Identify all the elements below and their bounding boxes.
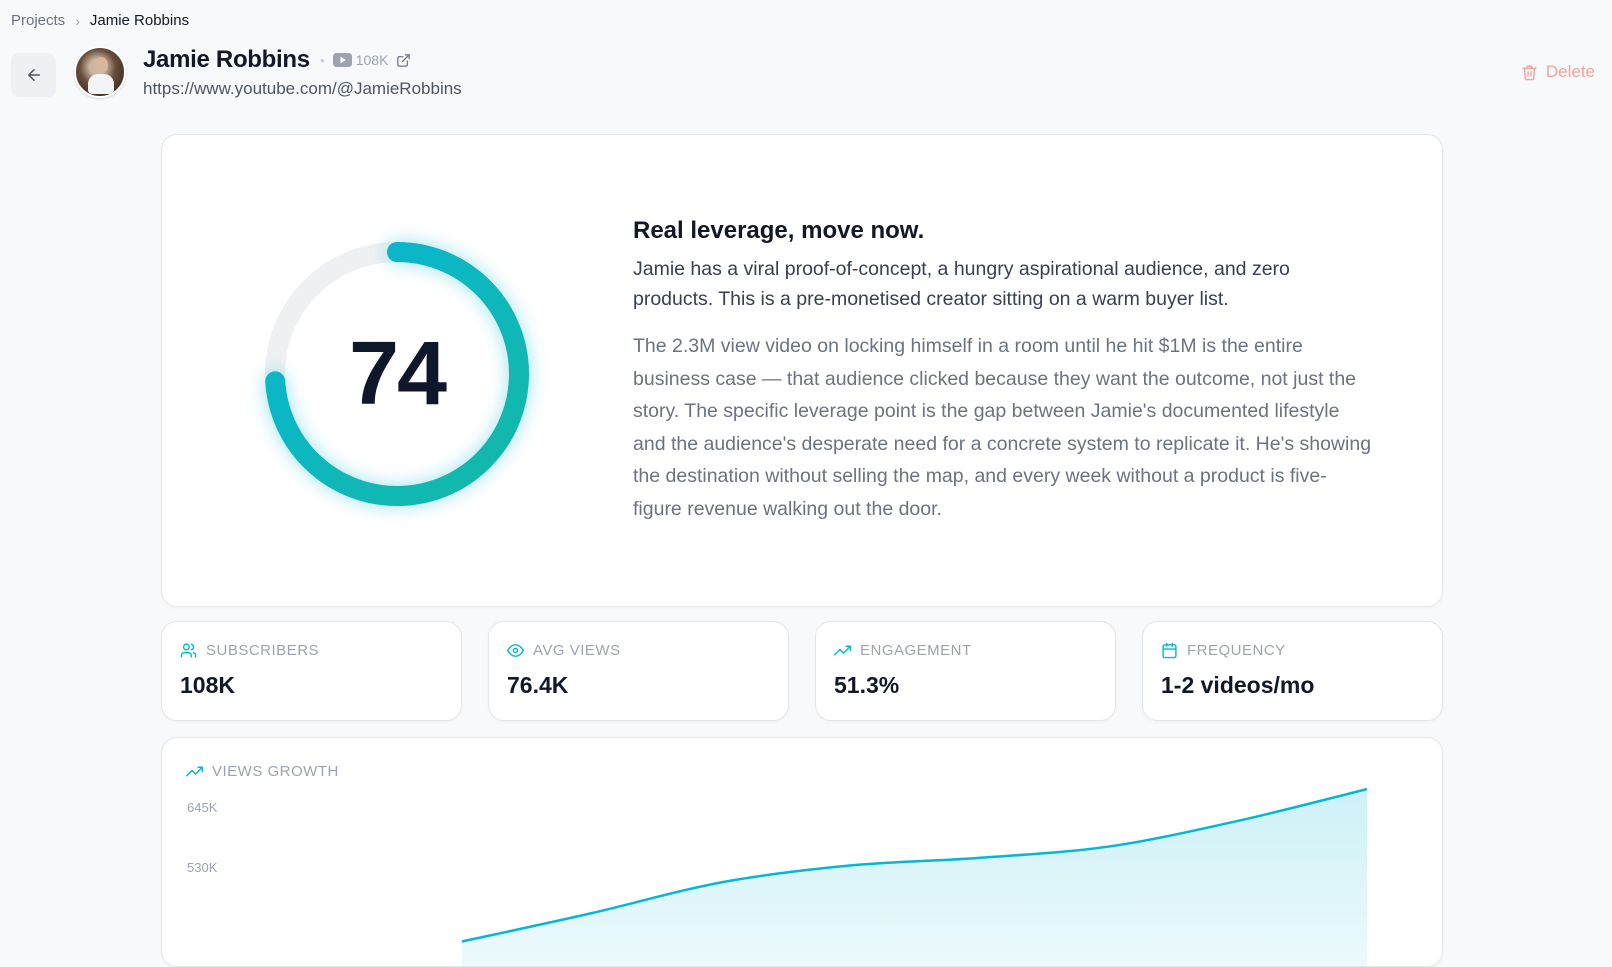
stat-label: FREQUENCY bbox=[1161, 642, 1286, 659]
stat-label: SUBSCRIBERS bbox=[180, 642, 319, 659]
subscriber-badge: 108K bbox=[332, 52, 389, 68]
verdict-summary: Jamie has a viral proof-of-concept, a hu… bbox=[633, 258, 1290, 310]
stat-card-subscribers: SUBSCRIBERS 108K bbox=[161, 621, 462, 721]
breadcrumb: Projects › Jamie Robbins bbox=[11, 12, 189, 29]
stat-label-text: AVG VIEWS bbox=[533, 642, 621, 659]
views-growth-card: VIEWS GROWTH 645K 530K bbox=[161, 737, 1443, 967]
stat-card-avg-views: AVG VIEWS 76.4K bbox=[488, 621, 789, 721]
stat-label: AVG VIEWS bbox=[507, 642, 621, 659]
delete-button[interactable]: Delete bbox=[1521, 62, 1595, 82]
stat-label-text: FREQUENCY bbox=[1187, 642, 1286, 659]
calendar-icon bbox=[1162, 642, 1177, 659]
verdict-title: Real leverage, move now. bbox=[633, 217, 925, 244]
avatar bbox=[74, 46, 126, 98]
stat-label-text: ENGAGEMENT bbox=[860, 642, 972, 659]
stat-label-text: SUBSCRIBERS bbox=[206, 642, 320, 659]
breadcrumb-projects-link[interactable]: Projects bbox=[11, 12, 65, 29]
chevron-right-icon: › bbox=[75, 12, 80, 29]
delete-label: Delete bbox=[1545, 62, 1595, 81]
stat-card-engagement: ENGAGEMENT 51.3% bbox=[815, 621, 1116, 721]
views-growth-chart bbox=[461, 787, 1368, 966]
dot-separator: • bbox=[319, 52, 325, 68]
channel-name: Jamie Robbins bbox=[143, 46, 310, 73]
views-growth-area bbox=[462, 789, 1367, 966]
channel-url[interactable]: https://www.youtube.com/@JamieRobbins bbox=[143, 79, 462, 99]
youtube-icon bbox=[332, 53, 352, 67]
stat-value: 51.3% bbox=[834, 672, 900, 698]
stat-value: 108K bbox=[180, 672, 235, 698]
verdict-body: The 2.3M view video on locking himself i… bbox=[633, 335, 1372, 520]
channel-name-row: Jamie Robbins • 108K bbox=[143, 46, 411, 74]
users-icon bbox=[180, 643, 197, 658]
score-card: 74 Real leverage, move now. Jamie has a … bbox=[161, 134, 1443, 607]
trending-up-icon bbox=[834, 645, 851, 656]
eye-icon bbox=[507, 644, 524, 657]
score-value: 74 bbox=[348, 323, 447, 424]
breadcrumb-current: Jamie Robbins bbox=[89, 12, 190, 29]
stat-card-frequency: FREQUENCY 1-2 videos/mo bbox=[1142, 621, 1443, 721]
channel-header: Jamie Robbins • 108K https://www.youtube… bbox=[11, 46, 1612, 106]
verdict: Real leverage, move now. Jamie has a vir… bbox=[633, 217, 1373, 525]
arrow-left-icon bbox=[27, 69, 40, 81]
subscriber-count: 108K bbox=[355, 52, 389, 68]
stat-value: 76.4K bbox=[507, 672, 569, 698]
stat-value: 1-2 videos/mo bbox=[1161, 672, 1315, 698]
trash-icon bbox=[1522, 64, 1537, 80]
external-link-icon[interactable] bbox=[396, 53, 411, 68]
back-button[interactable] bbox=[11, 53, 56, 97]
stat-label: ENGAGEMENT bbox=[834, 642, 972, 659]
